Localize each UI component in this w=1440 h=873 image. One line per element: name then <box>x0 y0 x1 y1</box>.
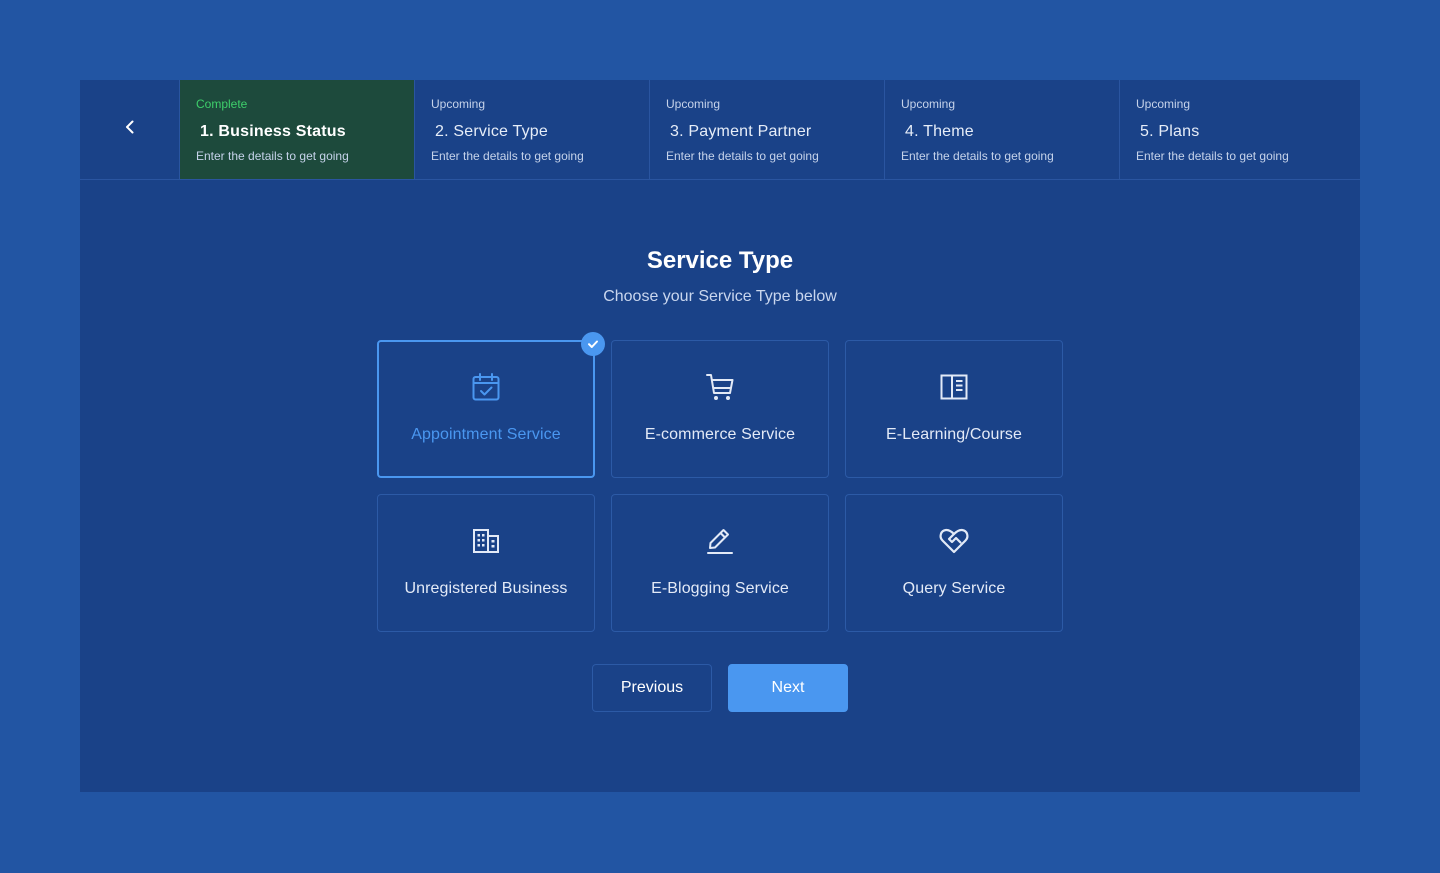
service-card-appointment[interactable]: Appointment Service <box>377 332 605 478</box>
page-subtitle: Choose your Service Type below <box>603 288 837 305</box>
step-description: Enter the details to get going <box>901 149 1054 163</box>
building-icon <box>470 525 502 557</box>
step-status: Complete <box>196 97 248 111</box>
onboarding-panel: Complete 1. Business Status Enter the de… <box>80 80 1360 792</box>
step-status: Upcoming <box>666 97 721 111</box>
service-card-eblogging[interactable]: E-Blogging Service <box>611 494 829 632</box>
step-payment-partner[interactable]: Upcoming 3. Payment Partner Enter the de… <box>650 80 885 179</box>
service-card-query[interactable]: Query Service <box>845 494 1063 632</box>
step-title: 5. Plans <box>1140 123 1200 140</box>
service-card-unregistered-business[interactable]: Unregistered Business <box>377 494 595 632</box>
service-card-label: E-commerce Service <box>644 426 796 443</box>
step-title: 4. Theme <box>905 123 974 140</box>
step-description: Enter the details to get going <box>196 149 349 163</box>
pen-icon <box>704 525 736 557</box>
step-theme[interactable]: Upcoming 4. Theme Enter the details to g… <box>885 80 1120 179</box>
chevron-left-icon <box>122 119 138 140</box>
step-title: 3. Payment Partner <box>670 123 812 140</box>
service-type-grid: Appointment Service E-commerce Service E… <box>377 332 1063 632</box>
step-status: Upcoming <box>431 97 486 111</box>
step-description: Enter the details to get going <box>431 149 584 163</box>
shopping-cart-icon <box>704 371 736 403</box>
form-actions: Previous Next <box>592 664 848 712</box>
step-title: 2. Service Type <box>435 123 548 140</box>
service-card-label: E-Blogging Service <box>651 580 789 597</box>
step-description: Enter the details to get going <box>1136 149 1289 163</box>
service-card-label: Query Service <box>902 580 1006 597</box>
step-plans[interactable]: Upcoming 5. Plans Enter the details to g… <box>1120 80 1357 179</box>
step-service-type[interactable]: Upcoming 2. Service Type Enter the detai… <box>415 80 650 179</box>
stepper: Complete 1. Business Status Enter the de… <box>80 80 1360 180</box>
step-status: Upcoming <box>1136 97 1191 111</box>
service-card-label: Unregistered Business <box>404 580 568 597</box>
calendar-check-icon <box>470 371 502 403</box>
page-title: Service Type <box>646 247 794 274</box>
next-button[interactable]: Next <box>728 664 848 712</box>
step-description: Enter the details to get going <box>666 149 819 163</box>
heart-handshake-icon <box>938 525 970 557</box>
book-open-icon <box>938 371 970 403</box>
service-card-ecommerce[interactable]: E-commerce Service <box>611 340 829 478</box>
service-card-label: Appointment Service <box>411 426 561 443</box>
previous-button[interactable]: Previous <box>592 664 712 712</box>
step-title: 1. Business Status <box>200 123 346 140</box>
step-business-status[interactable]: Complete 1. Business Status Enter the de… <box>180 80 415 179</box>
service-card-label: E-Learning/Course <box>886 426 1022 443</box>
back-button[interactable] <box>80 80 180 179</box>
service-card-elearning[interactable]: E-Learning/Course <box>845 340 1063 478</box>
step-status: Upcoming <box>901 97 956 111</box>
check-badge-icon <box>581 332 605 356</box>
